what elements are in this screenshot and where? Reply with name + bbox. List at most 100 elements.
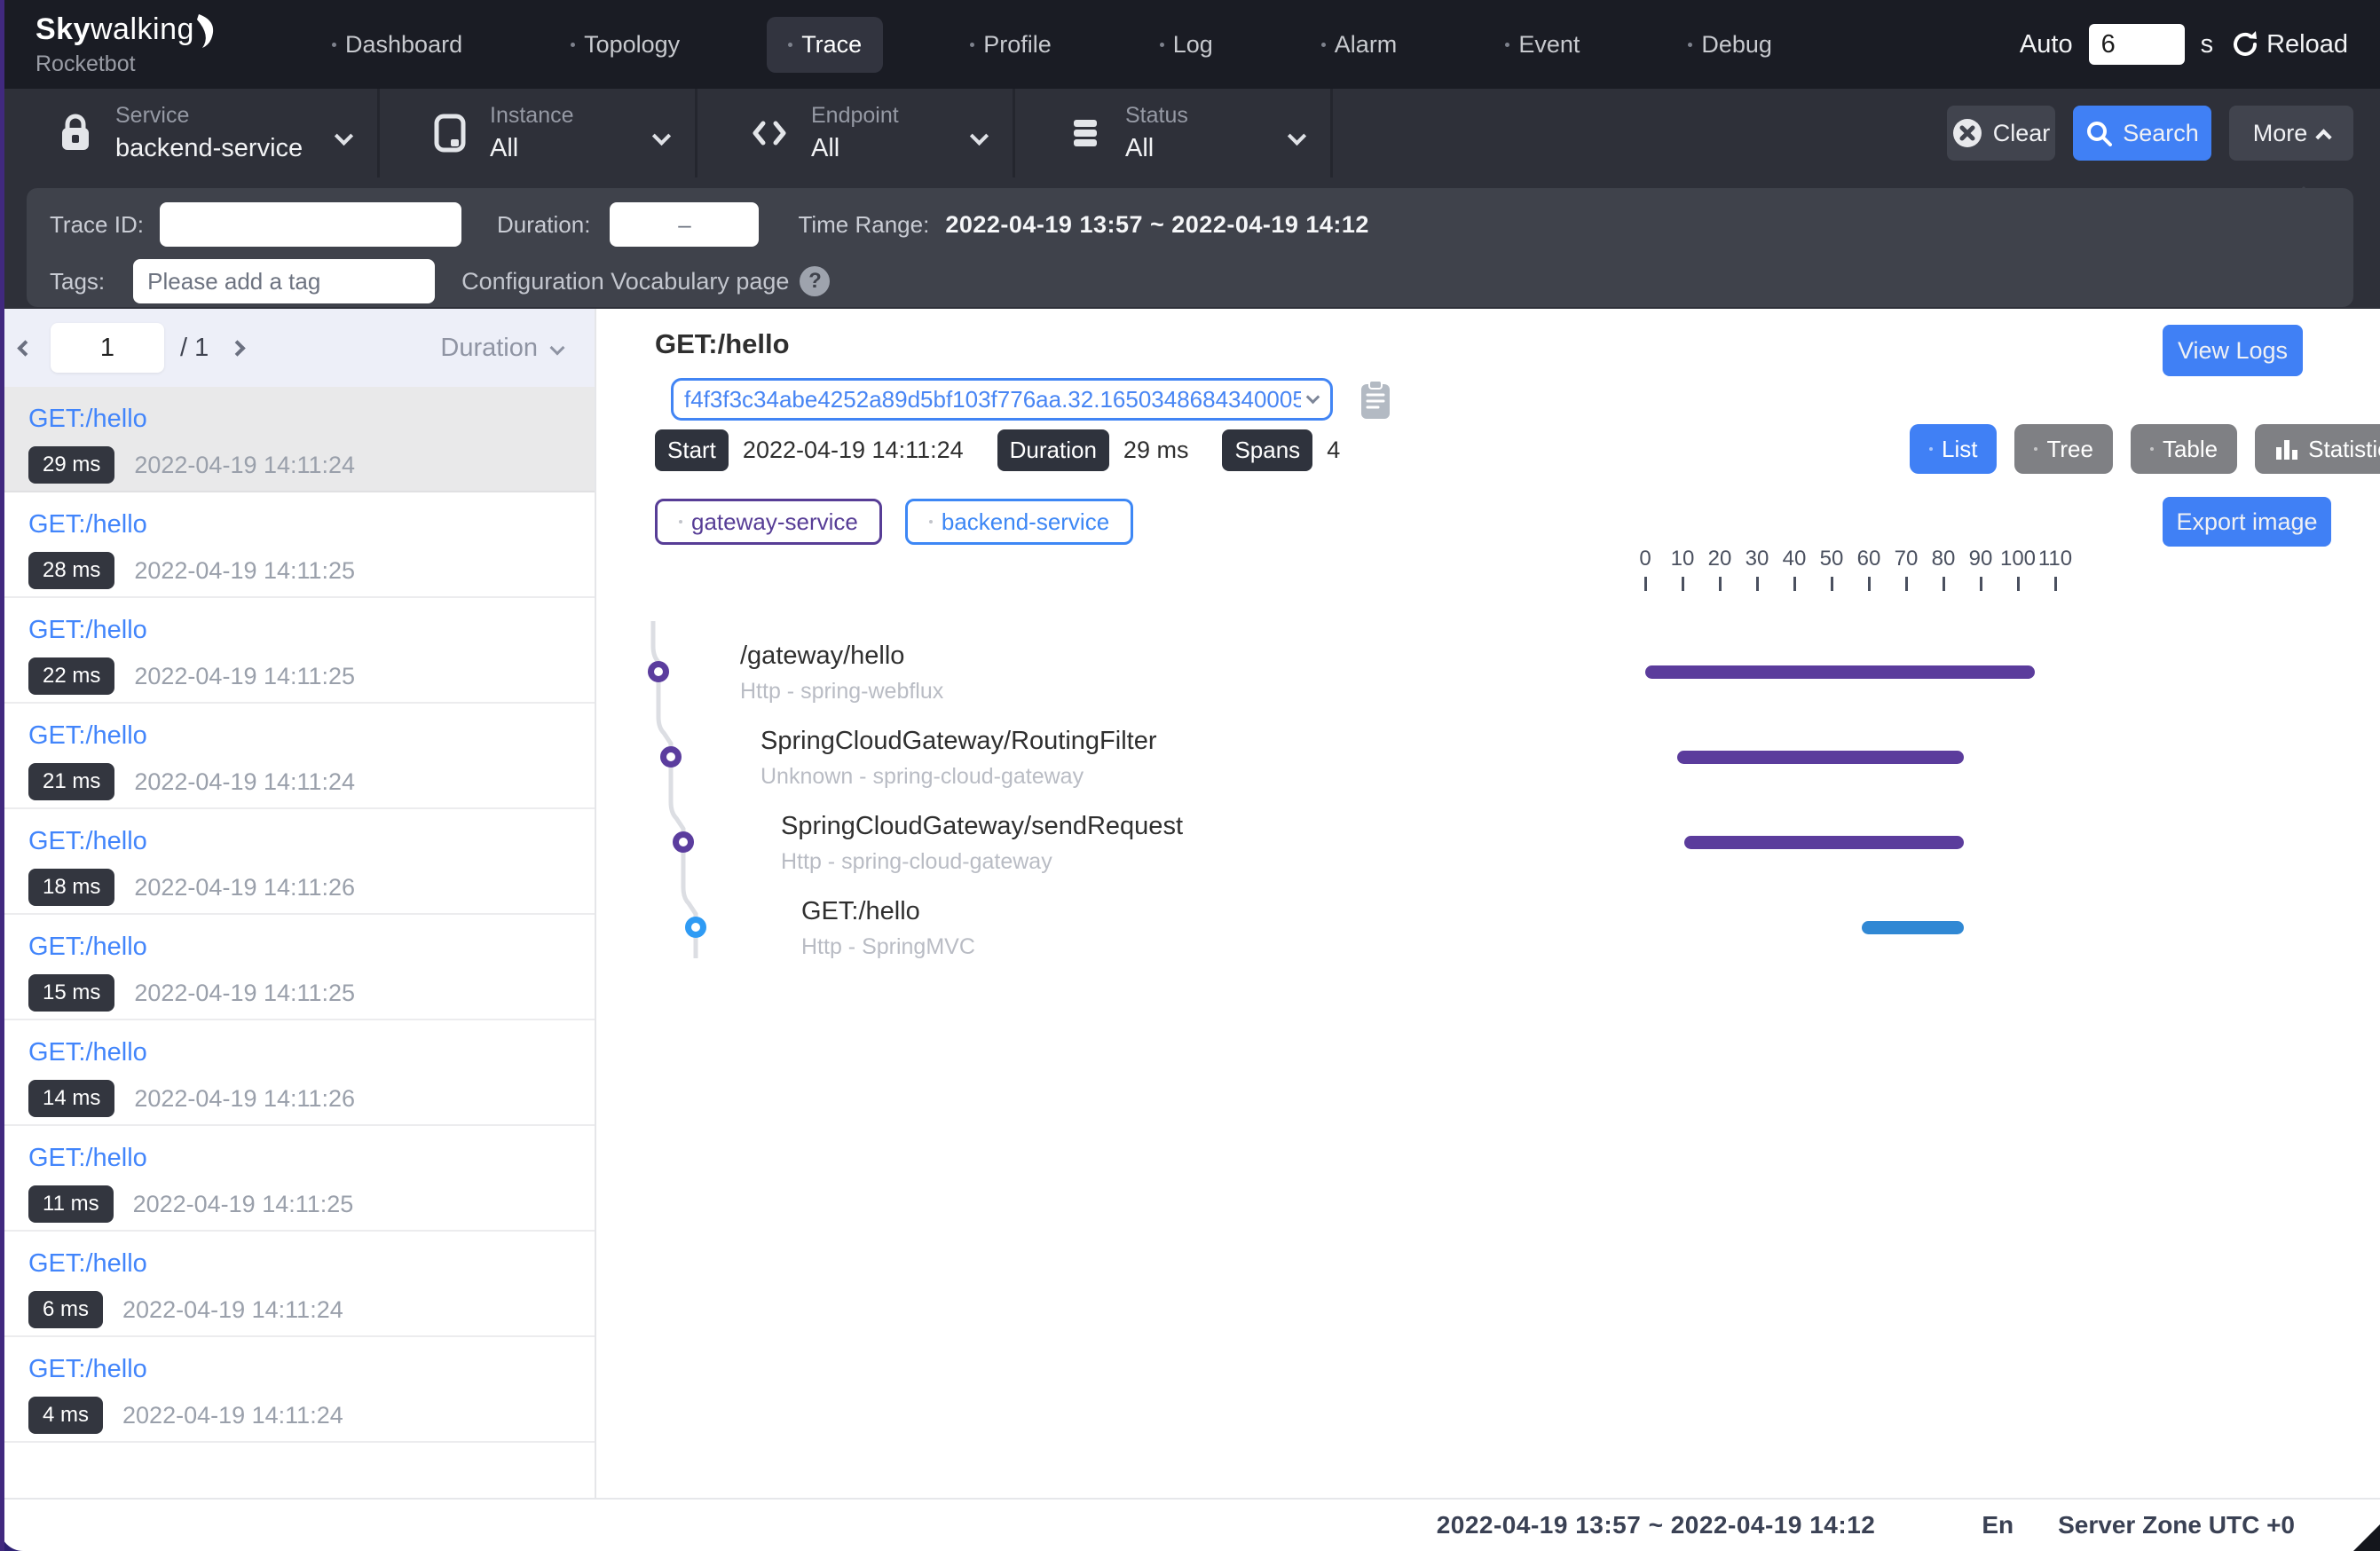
trace-list-item[interactable]: GET:/hello 14 ms 2022-04-19 14:11:26 [0,1020,595,1126]
trace-list-item[interactable]: GET:/hello 11 ms 2022-04-19 14:11:25 [0,1126,595,1232]
chevron-down-icon [1306,390,1320,404]
span-node-icon[interactable] [673,831,694,853]
trace-item-title: GET:/hello [28,616,595,645]
trace-list-item[interactable]: GET:/hello 28 ms 2022-04-19 14:11:25 [0,492,595,598]
trace-list-item[interactable]: GET:/hello 4 ms 2022-04-19 14:11:24 [0,1337,595,1443]
axis-tick-mark [1905,577,1908,591]
span-row[interactable]: /gateway/helloHttp - spring-webflux [598,629,2380,714]
nav-item-dot-icon [788,43,792,47]
axis-tick-mark [1756,577,1759,591]
span-duration-bar[interactable] [1862,921,1965,934]
service-chip[interactable]: backend-service [905,499,1133,545]
trace-list-item[interactable]: GET:/hello 22 ms 2022-04-19 14:11:25 [0,598,595,704]
nav-right: Auto s Reload [2020,24,2348,65]
span-row[interactable]: SpringCloudGateway/sendRequestHttp - spr… [598,799,2380,885]
axis-tick-mark [1644,577,1647,591]
chevron-down-icon [652,127,671,146]
spans-value: 4 [1327,437,1340,464]
filter-group[interactable]: Endpoint All [697,89,1015,177]
nav-item-label: Topology [584,31,680,59]
span-row[interactable]: SpringCloudGateway/RoutingFilterUnknown … [598,714,2380,799]
nav-item-label: Dashboard [345,31,462,59]
view-mode-button[interactable]: List [1910,424,1997,474]
span-title[interactable]: /gateway/hello [740,642,904,671]
service-icon [57,113,94,154]
panel-notch [2288,186,2320,201]
tags-input[interactable] [133,259,435,303]
trace-id-input[interactable] [160,202,461,247]
copy-clipboard-icon[interactable] [1359,380,1391,421]
top-nav: Skywalking Rocketbot Dashboard Topology … [0,0,2380,89]
trace-list-item[interactable]: GET:/hello 15 ms 2022-04-19 14:11:25 [0,915,595,1020]
timeline-axis: 0102030405060708090100110 [598,547,2380,591]
span-node-icon[interactable] [660,746,682,768]
view-mode-button[interactable]: Tree [2014,424,2113,474]
bar-chart-icon [2274,437,2299,461]
filter-group[interactable]: Status All [1015,89,1333,177]
filter-label: Instance [490,103,574,129]
span-duration-bar[interactable] [1645,665,2035,679]
export-image-button[interactable]: Export image [2163,497,2331,547]
nav-item[interactable]: Debug [1667,17,1793,73]
trace-item-title: GET:/hello [28,1355,595,1384]
duration-input[interactable] [610,202,759,247]
nav-item-dot-icon [332,43,336,47]
trace-list-item[interactable]: GET:/hello 29 ms 2022-04-19 14:11:24 [0,387,595,492]
span-duration-bar[interactable] [1677,751,1964,764]
view-mode-button[interactable]: Table [2131,424,2237,474]
footer-time-range[interactable]: 2022-04-19 13:57 ~ 2022-04-19 14:12 [1437,1511,1876,1539]
sort-select[interactable]: Duration [440,334,563,363]
span-node-icon[interactable] [648,661,669,682]
view-mode-button[interactable]: Statistics [2255,424,2380,474]
trace-list-item[interactable]: GET:/hello 21 ms 2022-04-19 14:11:24 [0,704,595,809]
skywalking-app: Skywalking Rocketbot Dashboard Topology … [0,0,2380,1551]
nav-item[interactable]: Log [1139,17,1234,73]
span-row[interactable]: GET:/helloHttp - SpringMVC [598,885,2380,970]
nav-item[interactable]: Trace [767,17,883,73]
span-title[interactable]: SpringCloudGateway/sendRequest [781,812,1183,841]
logo[interactable]: Skywalking Rocketbot [35,12,231,77]
service-chip[interactable]: gateway-service [655,499,882,545]
nav-item[interactable]: Event [1484,17,1601,73]
filter-value: backend-service [115,134,303,163]
trace-list-item[interactable]: GET:/hello 6 ms 2022-04-19 14:11:24 [0,1232,595,1337]
chevron-down-icon [550,341,565,356]
next-page-icon[interactable] [230,340,246,356]
clear-button[interactable]: Clear [1947,106,2055,161]
trace-duration-badge: 14 ms [28,1080,114,1117]
reload-button[interactable]: Reload [2229,28,2348,60]
nav-item[interactable]: Profile [949,17,1073,73]
axis-tick-mark [1719,577,1722,591]
trace-timestamp: 2022-04-19 14:11:26 [134,874,355,901]
trace-id-label: Trace ID: [50,211,144,239]
nav-item[interactable]: Dashboard [311,17,484,73]
span-title[interactable]: SpringCloudGateway/RoutingFilter [760,727,1157,756]
filter-group[interactable]: Service backend-service [0,89,380,177]
more-button[interactable]: More [2229,106,2353,161]
span-title[interactable]: GET:/hello [801,897,920,926]
filter-group[interactable]: Instance All [380,89,697,177]
help-icon[interactable]: ? [800,266,830,296]
page-input[interactable] [51,323,164,373]
span-node-icon[interactable] [685,917,706,938]
nav-item[interactable]: Topology [549,17,701,73]
trace-detail: GET:/hello View Logs f4f3f3c34abe4252a89… [598,309,2380,1498]
prev-page-icon[interactable] [17,340,33,356]
vocabulary-link[interactable]: Configuration Vocabulary page ? [461,266,830,296]
reload-label: Reload [2266,30,2348,59]
search-button[interactable]: Search [2073,106,2211,161]
view-mode-dot-icon [2150,447,2154,451]
nav-item[interactable]: Alarm [1300,17,1419,73]
view-logs-button[interactable]: View Logs [2163,325,2303,376]
server-zone-select[interactable]: Server Zone UTC +0 [2058,1511,2295,1539]
span-duration-bar[interactable] [1684,836,1964,849]
logo-title-rest: walking [91,12,194,46]
axis-tick-label: 110 [2029,547,2082,571]
language-select[interactable]: En [1982,1511,2014,1539]
auto-interval-input[interactable] [2089,24,2185,65]
trace-id-select[interactable]: f4f3f3c34abe4252a89d5bf103f776aa.32.1650… [671,378,1333,421]
trace-list-item[interactable]: GET:/hello 18 ms 2022-04-19 14:11:26 [0,809,595,915]
time-range-value[interactable]: 2022-04-19 13:57 ~ 2022-04-19 14:12 [945,211,1369,239]
endpoint-icon [749,113,790,154]
trace-id-value: f4f3f3c34abe4252a89d5bf103f776aa.32.1650… [684,386,1301,413]
